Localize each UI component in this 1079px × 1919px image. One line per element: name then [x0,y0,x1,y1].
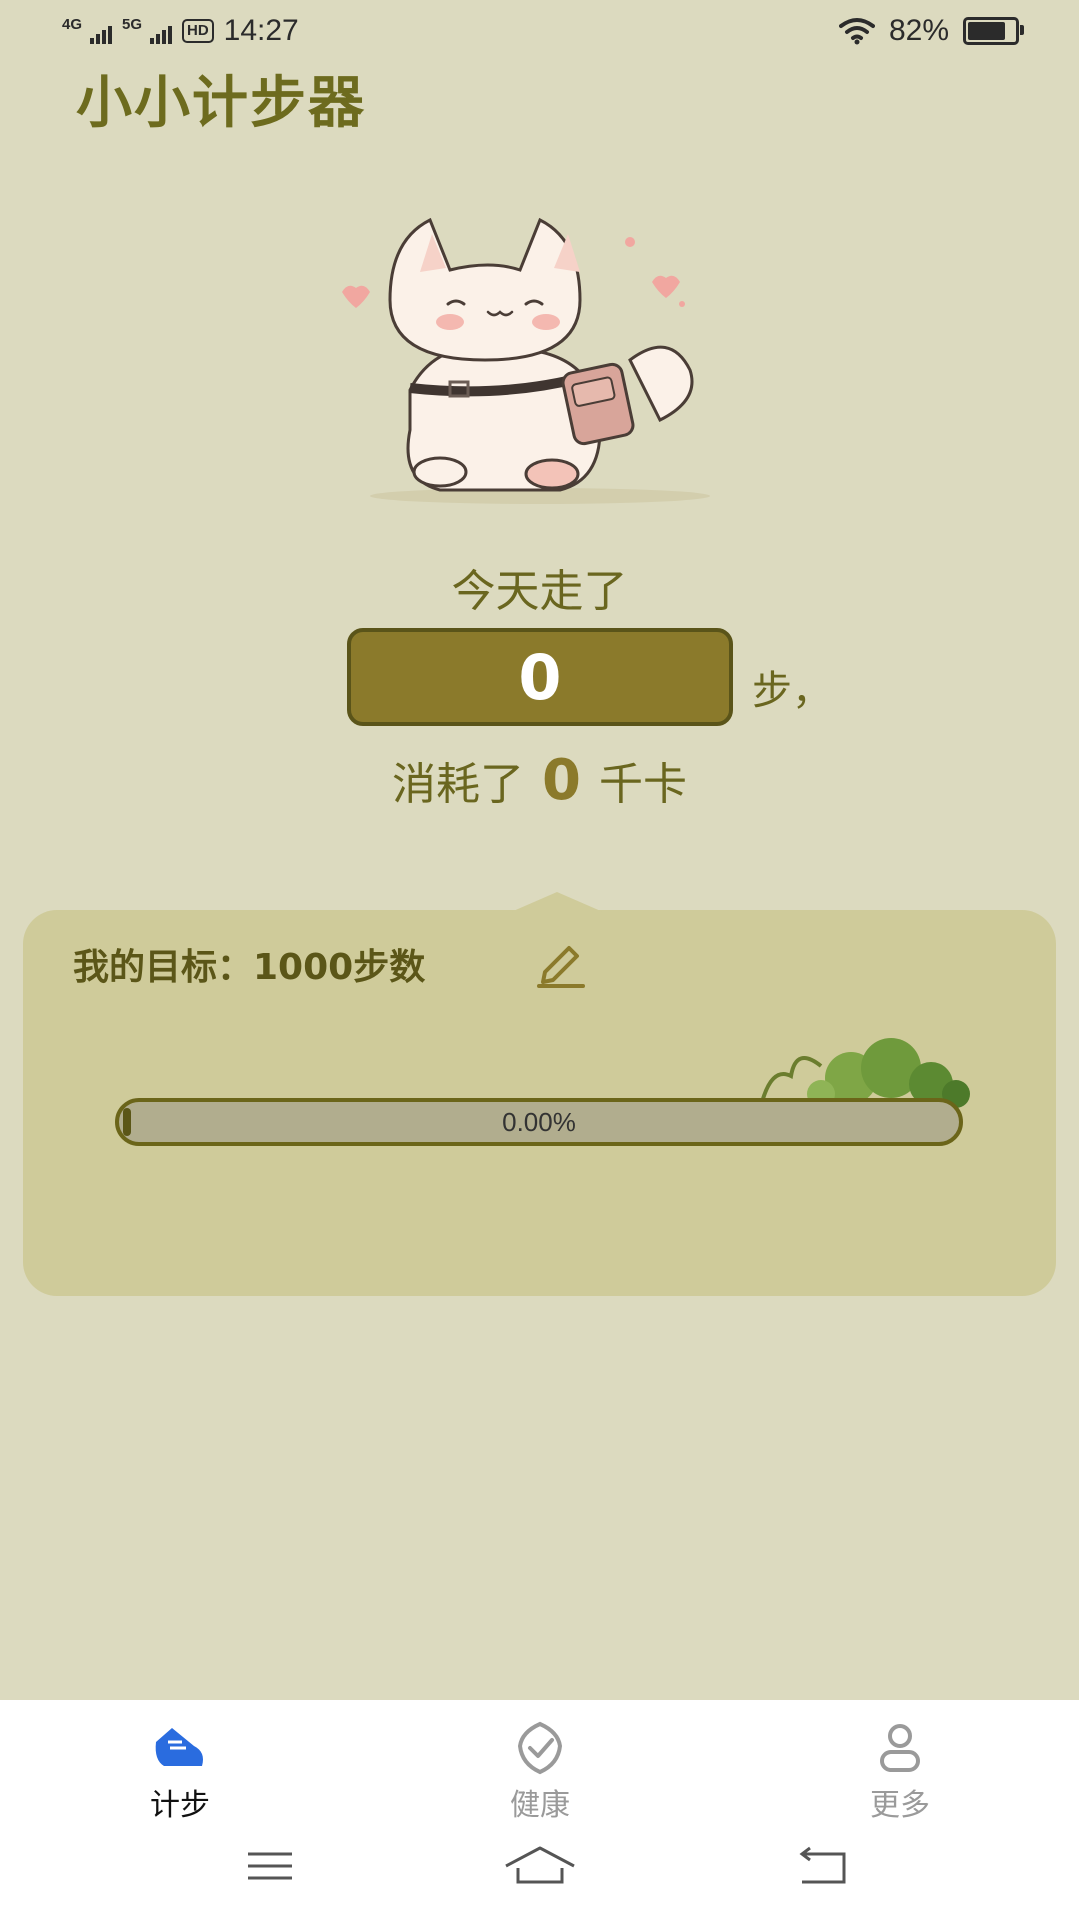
system-nav-bar [0,1836,1079,1896]
progress-percentage: 0.00% [502,1106,576,1137]
tab-steps-label: 计步 [150,1788,210,1823]
menu-icon[interactable] [230,1836,310,1896]
app-title: 小小计步器 [76,71,366,136]
calories-prefix: 消耗了 [392,759,525,810]
calories-unit: 千卡 [598,759,687,810]
shoe-icon [155,1728,203,1766]
goal-title: 我的目标：1000步数 [73,947,426,988]
bush-decoration [759,1038,970,1108]
today-label: 今天走了 [451,566,628,617]
step-unit-label: 步， [752,668,832,714]
tab-steps[interactable]: 计步 [100,1720,260,1824]
goal-progress-bar: 0.00% [115,1098,963,1146]
battery-icon [963,17,1024,45]
tab-health[interactable]: 健康 [460,1720,620,1824]
step-count-value: 0 [518,640,562,714]
tab-more[interactable]: 更多 [820,1720,980,1824]
calories-line: 消耗了 0 千卡 [0,748,1079,813]
status-bar: 4G 5G HD 14:27 82% [0,0,1079,64]
hd-voice-icon: HD [182,19,214,43]
status-time: 14:27 [223,14,299,47]
calories-value: 0 [542,748,581,813]
walking-cat-illustration [342,217,710,504]
back-icon[interactable] [784,1836,864,1896]
tab-health-label: 健康 [510,1788,570,1823]
battery-percentage: 82% [888,14,949,47]
step-count-display: 0 [347,628,733,726]
cellular-signal-icon: 4G [62,16,112,44]
home-icon[interactable] [500,1836,580,1896]
tab-more-label: 更多 [870,1788,930,1823]
cellular-signal-5g-icon: 5G [122,16,172,44]
goal-card: 我的目标：1000步数 0.00% [23,892,1056,1296]
battery-fill [968,22,1005,40]
card-notch [511,892,603,912]
edit-goal-pencil-icon[interactable] [531,940,591,990]
shield-check-icon [517,1721,563,1775]
wifi-icon [838,18,875,45]
person-icon [880,1724,920,1772]
